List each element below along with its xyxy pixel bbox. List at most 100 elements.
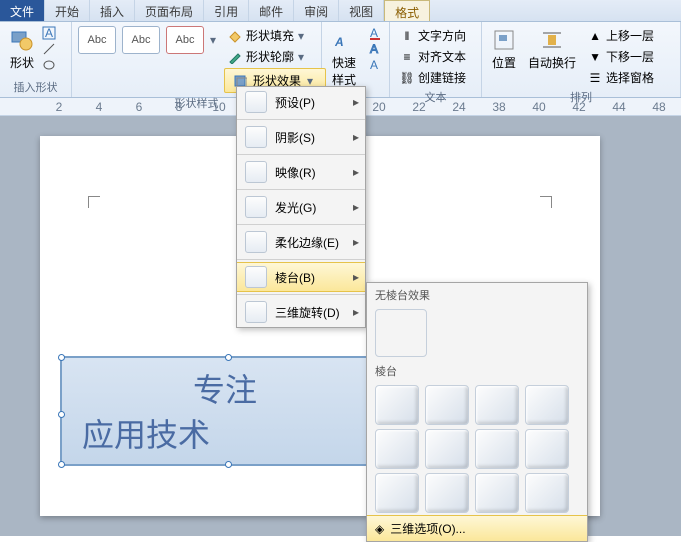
bucket-icon xyxy=(228,29,242,43)
tab-insert[interactable]: 插入 xyxy=(90,0,135,21)
bevel-option[interactable] xyxy=(525,385,569,425)
send-backward-button[interactable]: ▼下移一层 xyxy=(584,47,658,66)
bevel-option[interactable] xyxy=(425,385,469,425)
chevron-right-icon: ▸ xyxy=(353,130,359,144)
oval-mini-icon xyxy=(42,58,56,72)
rotation-thumb-icon xyxy=(245,301,267,323)
shadow-thumb-icon xyxy=(245,126,267,148)
ribbon-tabs: 文件 开始 插入 页面布局 引用 邮件 审阅 视图 格式 xyxy=(0,0,681,22)
options-icon: ◈ xyxy=(375,522,384,536)
menu-preset[interactable]: 预设(P)▸ xyxy=(237,87,365,117)
text-outline-icon[interactable]: A xyxy=(369,42,383,56)
textbox-line2[interactable]: 应用技术 xyxy=(82,413,368,458)
bevel-option[interactable] xyxy=(375,473,419,513)
bevel-thumb-icon xyxy=(245,266,267,288)
align-icon: ≡ xyxy=(400,50,414,64)
tab-references[interactable]: 引用 xyxy=(204,0,249,21)
bevel-option[interactable] xyxy=(525,473,569,513)
menu-reflection[interactable]: 映像(R)▸ xyxy=(237,157,365,187)
selection-pane-button[interactable]: ☰选择窗格 xyxy=(584,68,658,87)
bevel-none[interactable] xyxy=(375,309,427,357)
position-icon xyxy=(492,28,516,52)
resize-handle[interactable] xyxy=(58,354,65,361)
shape-outline-button[interactable]: 形状轮廓▾ xyxy=(224,47,326,66)
svg-text:A: A xyxy=(45,26,53,40)
shapes-button[interactable]: 形状 xyxy=(6,26,38,73)
style-preset-1[interactable]: Abc xyxy=(78,26,116,54)
bevel-3d-options[interactable]: ◈ 三维选项(O)... xyxy=(367,515,587,541)
style-preset-3[interactable]: Abc xyxy=(166,26,204,54)
menu-glow[interactable]: 发光(G)▸ xyxy=(237,192,365,222)
tab-format[interactable]: 格式 xyxy=(384,0,430,21)
textbox-mini-icon: A xyxy=(42,26,56,40)
tab-layout[interactable]: 页面布局 xyxy=(135,0,204,21)
pen-icon xyxy=(228,50,242,64)
bevel-section-label: 棱台 xyxy=(367,359,587,383)
tab-home[interactable]: 开始 xyxy=(45,0,90,21)
tab-mailings[interactable]: 邮件 xyxy=(249,0,294,21)
wordart-icon: A xyxy=(335,28,359,52)
chevron-right-icon: ▸ xyxy=(353,305,359,319)
resize-handle[interactable] xyxy=(58,411,65,418)
menu-shadow[interactable]: 阴影(S)▸ xyxy=(237,122,365,152)
group-text: ‖文字方向 ≡对齐文本 ⛓创建链接 文本 xyxy=(390,22,482,97)
menu-bevel[interactable]: 棱台(B)▸ xyxy=(237,262,365,292)
shape-effects-menu: 预设(P)▸ 阴影(S)▸ 映像(R)▸ 发光(G)▸ 柔化边缘(E)▸ 棱台(… xyxy=(236,86,366,328)
menu-3drotation[interactable]: 三维旋转(D)▸ xyxy=(237,297,365,327)
group-label: 插入形状 xyxy=(6,77,65,97)
create-link-button[interactable]: ⛓创建链接 xyxy=(396,68,470,87)
group-arrange: 位置 自动换行 ▲上移一层 ▼下移一层 ☰选择窗格 排列 xyxy=(482,22,681,97)
style-preset-2[interactable]: Abc xyxy=(122,26,160,54)
preset-thumb-icon xyxy=(245,91,267,113)
tab-view[interactable]: 视图 xyxy=(339,0,384,21)
svg-text:A: A xyxy=(370,58,378,72)
bevel-option[interactable] xyxy=(475,385,519,425)
margin-corner-icon xyxy=(540,196,552,208)
chevron-right-icon: ▸ xyxy=(353,235,359,249)
align-text-button[interactable]: ≡对齐文本 xyxy=(396,47,470,66)
link-icon: ⛓ xyxy=(400,71,414,85)
text-direction-button[interactable]: ‖文字方向 xyxy=(396,26,470,45)
group-label: 文本 xyxy=(396,87,475,107)
selected-textbox-shape[interactable]: 专注 应用技术 xyxy=(60,356,390,466)
svg-text:A: A xyxy=(370,42,378,56)
position-button[interactable]: 位置 xyxy=(488,26,520,73)
bring-forward-button[interactable]: ▲上移一层 xyxy=(584,26,658,45)
chevron-right-icon: ▸ xyxy=(353,200,359,214)
svg-text:A: A xyxy=(370,26,378,40)
tab-file[interactable]: 文件 xyxy=(0,0,45,21)
back-icon: ▼ xyxy=(588,50,602,64)
bevel-option[interactable] xyxy=(525,429,569,469)
text-effects-icon[interactable]: A xyxy=(369,58,383,72)
shapes-label: 形状 xyxy=(10,54,34,71)
resize-handle[interactable] xyxy=(58,461,65,468)
chevron-right-icon: ▸ xyxy=(353,95,359,109)
group-label: 排列 xyxy=(488,87,674,107)
tab-review[interactable]: 审阅 xyxy=(294,0,339,21)
margin-corner-icon xyxy=(88,196,100,208)
wrap-icon xyxy=(540,28,564,52)
resize-handle[interactable] xyxy=(225,461,232,468)
no-bevel-label: 无棱台效果 xyxy=(367,283,587,307)
style-gallery-more[interactable]: ▾ xyxy=(210,33,220,47)
shape-fill-button[interactable]: 形状填充▾ xyxy=(224,26,326,45)
wrap-text-button[interactable]: 自动换行 xyxy=(524,26,580,73)
menu-softedge[interactable]: 柔化边缘(E)▸ xyxy=(237,227,365,257)
bevel-option[interactable] xyxy=(425,473,469,513)
bevel-option[interactable] xyxy=(375,385,419,425)
line-mini-icon xyxy=(42,42,56,56)
resize-handle[interactable] xyxy=(225,354,232,361)
quick-styles-button[interactable]: A 快速样式 xyxy=(328,26,365,90)
glow-thumb-icon xyxy=(245,196,267,218)
bevel-option[interactable] xyxy=(375,429,419,469)
text-fill-icon[interactable]: A xyxy=(369,26,383,40)
bevel-option[interactable] xyxy=(475,429,519,469)
textbox-line1[interactable]: 专注 xyxy=(82,368,368,413)
chevron-right-icon: ▸ xyxy=(353,270,359,284)
svg-text:A: A xyxy=(335,35,344,49)
bevel-option[interactable] xyxy=(425,429,469,469)
bevel-option[interactable] xyxy=(475,473,519,513)
front-icon: ▲ xyxy=(588,29,602,43)
softedge-thumb-icon xyxy=(245,231,267,253)
shape-mini-gallery[interactable]: A xyxy=(42,26,56,72)
